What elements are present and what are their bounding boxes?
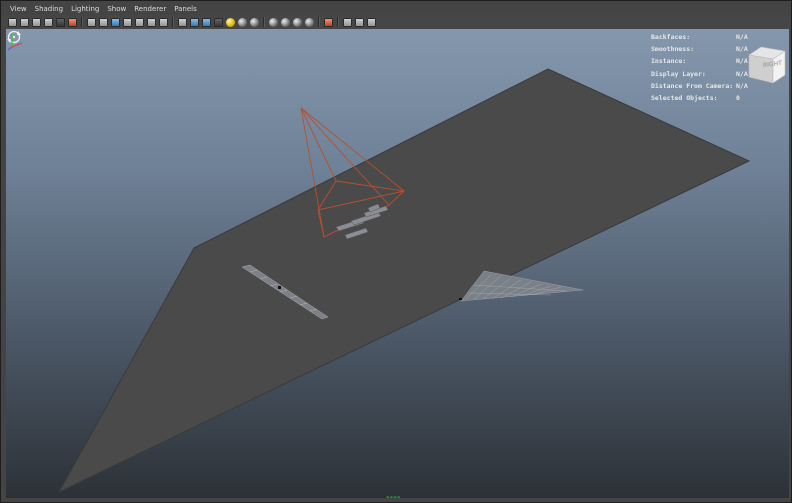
toolbar-separator [263, 17, 265, 27]
textured-icon[interactable] [214, 17, 223, 27]
hud-label: Backfaces: [651, 33, 691, 41]
depth-of-field-icon[interactable] [293, 17, 302, 27]
menu-renderer[interactable]: Renderer [130, 2, 170, 16]
select-camera-icon[interactable] [8, 17, 17, 27]
camera-attributes-icon[interactable] [20, 17, 29, 27]
field-chart-icon[interactable] [135, 17, 144, 27]
menu-panels[interactable]: Panels [170, 2, 201, 16]
hud-row-instance: Instance: N/A [651, 55, 748, 67]
xray-joints-icon[interactable] [343, 17, 352, 27]
panel-menu-bar: View Shading Lighting Show Renderer Pane… [2, 2, 790, 16]
heads-up-display: Backfaces: N/A Smoothness: N/A Instance:… [651, 31, 748, 104]
panel-toolbar [2, 15, 790, 29]
bookmarks-icon[interactable] [32, 17, 41, 27]
grease-pencil-icon[interactable] [68, 17, 77, 27]
axis-indicator-icon [7, 34, 23, 51]
use-all-lights-icon[interactable] [226, 17, 235, 27]
isolate-select-icon[interactable] [324, 17, 333, 27]
x-ray-icon[interactable] [305, 17, 314, 27]
menu-show[interactable]: Show [103, 2, 130, 16]
shadows-icon[interactable] [238, 17, 247, 27]
viewport-panel: View Shading Lighting Show Renderer Pane… [0, 0, 792, 503]
strip-marker [278, 286, 281, 289]
menu-shading[interactable]: Shading [31, 2, 67, 16]
view-cube[interactable]: RIGHT [743, 41, 789, 87]
menu-view[interactable]: View [6, 2, 31, 16]
toolbar-separator [318, 17, 320, 27]
hud-label: Display Layer: [651, 69, 706, 78]
safe-title-icon[interactable] [159, 17, 168, 27]
menu-lighting[interactable]: Lighting [67, 2, 103, 16]
hud-row-selected-objects: Selected Objects: 0 [651, 92, 748, 104]
3d-viewport[interactable]: Backfaces: N/A Smoothness: N/A Instance:… [6, 29, 789, 498]
film-gate-icon[interactable] [99, 17, 108, 27]
wireframe-icon[interactable] [178, 17, 187, 27]
hud-value: 0 [736, 93, 740, 102]
hud-row-smoothness: Smoothness: N/A [651, 43, 748, 55]
smooth-shade-icon[interactable] [190, 17, 199, 27]
resolution-gate-icon[interactable] [111, 17, 120, 27]
grid-icon[interactable] [87, 17, 96, 27]
xray-active-components-icon[interactable] [355, 17, 364, 27]
hud-row-display-layer: Display Layer: N/A [651, 68, 748, 80]
hud-row-distance-from-camera: Distance From Camera: N/A [651, 80, 748, 92]
two-d-pan-zoom-icon[interactable] [56, 17, 65, 27]
hud-label: Instance: [651, 57, 687, 66]
toolbar-separator [337, 17, 339, 27]
hud-label: Smoothness: [651, 45, 695, 54]
ground-plane [57, 68, 751, 494]
hud-label: Selected Objects: [651, 93, 718, 102]
camera-menu-icon[interactable] [367, 17, 376, 27]
patch-marker [459, 298, 462, 300]
toolbar-separator [81, 17, 83, 27]
motion-blur-icon[interactable] [269, 17, 278, 27]
multisample-aa-icon[interactable] [281, 17, 290, 27]
screen-space-ao-icon[interactable] [250, 17, 259, 27]
toolbar-separator [172, 17, 174, 27]
gate-mask-icon[interactable] [123, 17, 132, 27]
viewport-status-marker: ▪▪▪▪ [386, 494, 401, 498]
wireframe-on-shaded-icon[interactable] [202, 17, 211, 27]
hud-label: Distance From Camera: [651, 81, 734, 90]
image-plane-icon[interactable] [44, 17, 53, 27]
hud-row-backfaces: Backfaces: N/A [651, 31, 748, 43]
safe-action-icon[interactable] [147, 17, 156, 27]
